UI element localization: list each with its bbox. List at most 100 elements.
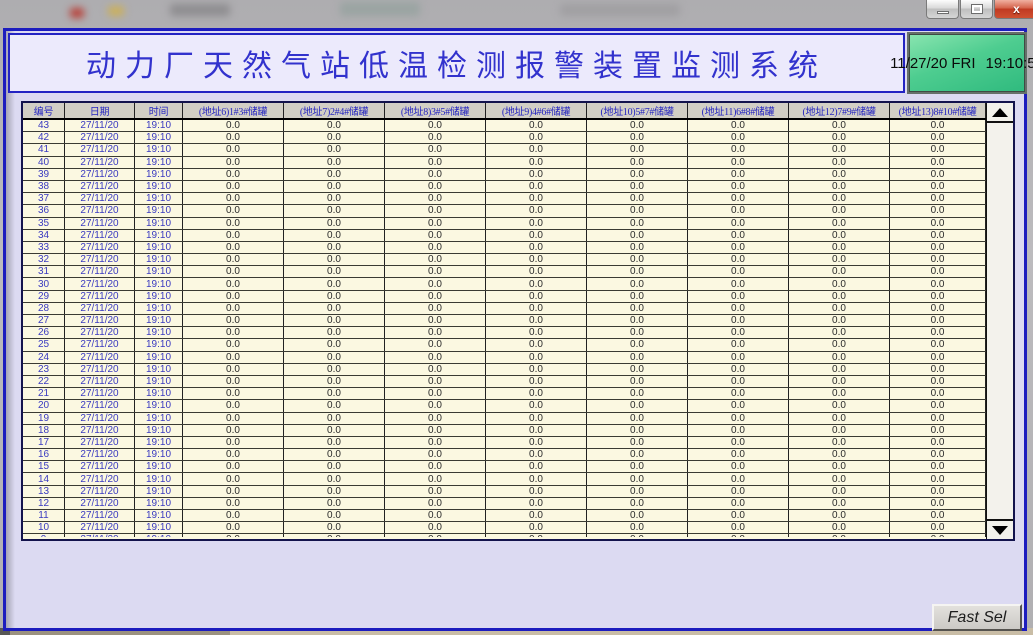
- value-cell: 0.0: [183, 364, 284, 375]
- row-number-cell: 36: [23, 205, 65, 216]
- value-cell: 0.0: [284, 315, 385, 326]
- date-cell: 27/11/20: [65, 266, 135, 277]
- desktop-artifact: [170, 4, 230, 16]
- value-cell: 0.0: [890, 266, 986, 277]
- value-cell: 0.0: [486, 169, 587, 180]
- value-cell: 0.0: [688, 193, 789, 204]
- date-cell: 27/11/20: [65, 473, 135, 484]
- table-row: 3027/11/2019:100.00.00.00.00.00.00.00.0: [23, 278, 986, 290]
- table-row: 3627/11/2019:100.00.00.00.00.00.00.00.0: [23, 205, 986, 217]
- value-cell: 0.0: [587, 291, 688, 302]
- value-cell: 0.0: [486, 352, 587, 363]
- table-row: 1027/11/2019:100.00.00.00.00.00.00.00.0: [23, 522, 986, 534]
- vertical-scrollbar[interactable]: [987, 103, 1013, 539]
- fast-sel-button[interactable]: Fast Sel: [932, 604, 1022, 631]
- table-row: 3827/11/2019:100.00.00.00.00.00.00.00.0: [23, 181, 986, 193]
- table-row: 2527/11/2019:100.00.00.00.00.00.00.00.0: [23, 339, 986, 351]
- row-number-cell: 27: [23, 315, 65, 326]
- value-cell: 0.0: [183, 534, 284, 537]
- value-cell: 0.0: [486, 364, 587, 375]
- value-cell: 0.0: [486, 473, 587, 484]
- value-cell: 0.0: [890, 486, 986, 497]
- minimize-button[interactable]: [926, 0, 959, 19]
- table-row: 2027/11/2019:100.00.00.00.00.00.00.00.0: [23, 400, 986, 412]
- value-cell: 0.0: [183, 120, 284, 131]
- weekday-text: FRI: [951, 55, 975, 72]
- date-cell: 27/11/20: [65, 510, 135, 521]
- date-cell: 27/11/20: [65, 303, 135, 314]
- value-cell: 0.0: [486, 242, 587, 253]
- maximize-button[interactable]: [960, 0, 993, 19]
- time-cell: 19:10: [135, 291, 183, 302]
- time-cell: 19:10: [135, 449, 183, 460]
- row-number-cell: 41: [23, 144, 65, 155]
- value-cell: 0.0: [789, 132, 890, 143]
- scroll-down-button[interactable]: [987, 519, 1013, 539]
- time-cell: 19:10: [135, 132, 183, 143]
- row-number-cell: 15: [23, 461, 65, 472]
- value-cell: 0.0: [688, 120, 789, 131]
- value-cell: 0.0: [183, 473, 284, 484]
- page-title: 动力厂天然气站低温检测报警装置监测系统: [86, 41, 827, 85]
- value-cell: 0.0: [688, 425, 789, 436]
- column-header: 时间: [135, 103, 183, 118]
- value-cell: 0.0: [486, 132, 587, 143]
- table-row: 3127/11/2019:100.00.00.00.00.00.00.00.0: [23, 266, 986, 278]
- row-number-cell: 23: [23, 364, 65, 375]
- value-cell: 0.0: [890, 169, 986, 180]
- value-cell: 0.0: [587, 218, 688, 229]
- value-cell: 0.0: [688, 522, 789, 533]
- date-cell: 27/11/20: [65, 534, 135, 537]
- date-cell: 27/11/20: [65, 169, 135, 180]
- value-cell: 0.0: [385, 473, 486, 484]
- scrollbar-track[interactable]: [987, 123, 1013, 519]
- row-number-cell: 39: [23, 169, 65, 180]
- row-number-cell: 30: [23, 278, 65, 289]
- value-cell: 0.0: [486, 181, 587, 192]
- value-cell: 0.0: [284, 169, 385, 180]
- value-cell: 0.0: [688, 157, 789, 168]
- value-cell: 0.0: [385, 278, 486, 289]
- value-cell: 0.0: [486, 254, 587, 265]
- date-cell: 27/11/20: [65, 144, 135, 155]
- value-cell: 0.0: [486, 120, 587, 131]
- value-cell: 0.0: [385, 157, 486, 168]
- value-cell: 0.0: [183, 205, 284, 216]
- date-cell: 27/11/20: [65, 242, 135, 253]
- value-cell: 0.0: [385, 327, 486, 338]
- close-button[interactable]: x: [994, 0, 1033, 19]
- value-cell: 0.0: [789, 400, 890, 411]
- value-cell: 0.0: [385, 510, 486, 521]
- table-row: 927/11/2019:100.00.00.00.00.00.00.00.0: [23, 534, 986, 537]
- value-cell: 0.0: [789, 388, 890, 399]
- fast-sel-label: Fast Sel: [948, 609, 1007, 627]
- value-cell: 0.0: [385, 181, 486, 192]
- value-cell: 0.0: [284, 400, 385, 411]
- table-row: 1327/11/2019:100.00.00.00.00.00.00.00.0: [23, 486, 986, 498]
- value-cell: 0.0: [183, 449, 284, 460]
- value-cell: 0.0: [284, 144, 385, 155]
- time-cell: 19:10: [135, 400, 183, 411]
- value-cell: 0.0: [385, 254, 486, 265]
- value-cell: 0.0: [789, 461, 890, 472]
- value-cell: 0.0: [183, 376, 284, 387]
- value-cell: 0.0: [890, 254, 986, 265]
- value-cell: 0.0: [688, 205, 789, 216]
- table-body: 4327/11/2019:100.00.00.00.00.00.00.00.04…: [23, 120, 986, 537]
- row-number-cell: 17: [23, 437, 65, 448]
- value-cell: 0.0: [789, 510, 890, 521]
- column-header: (地址13)8#10#储罐: [890, 103, 986, 118]
- table-row: 3327/11/2019:100.00.00.00.00.00.00.00.0: [23, 242, 986, 254]
- value-cell: 0.0: [284, 205, 385, 216]
- value-cell: 0.0: [688, 181, 789, 192]
- date-cell: 27/11/20: [65, 230, 135, 241]
- column-header: (地址7)2#4#储罐: [284, 103, 385, 118]
- table-row: 2227/11/2019:100.00.00.00.00.00.00.00.0: [23, 376, 986, 388]
- value-cell: 0.0: [486, 291, 587, 302]
- value-cell: 0.0: [486, 376, 587, 387]
- value-cell: 0.0: [890, 144, 986, 155]
- value-cell: 0.0: [890, 205, 986, 216]
- value-cell: 0.0: [284, 327, 385, 338]
- scroll-up-button[interactable]: [987, 103, 1013, 123]
- value-cell: 0.0: [890, 242, 986, 253]
